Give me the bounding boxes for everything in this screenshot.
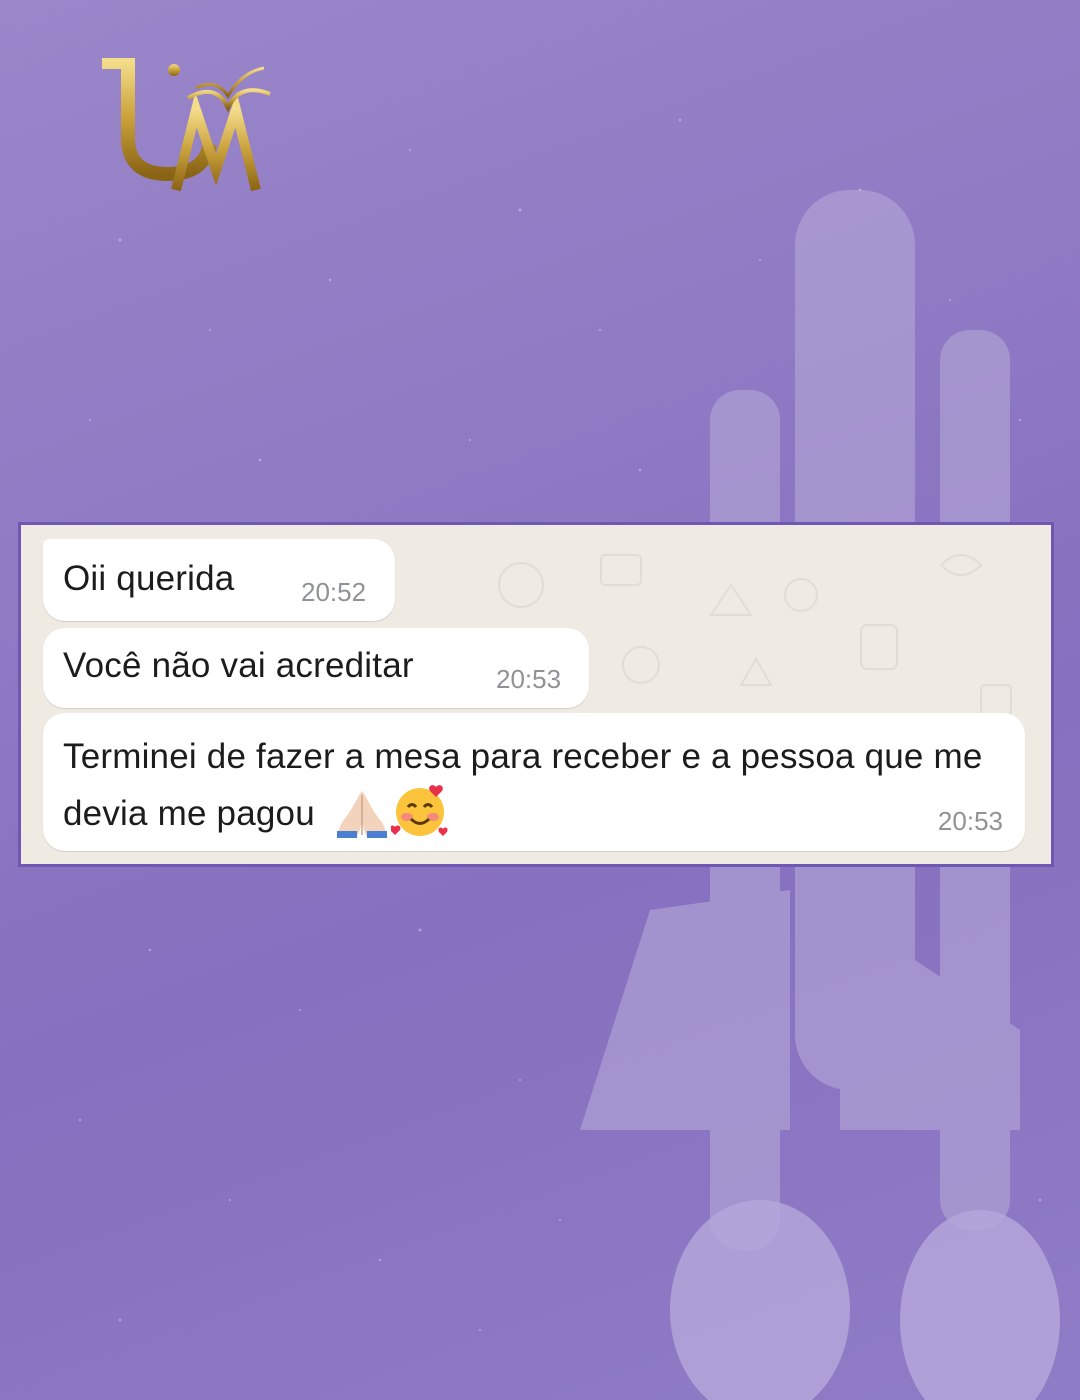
message-timestamp: 20:53 (496, 664, 562, 694)
message-text-block: Terminei de fazer a mesa para receber e … (63, 731, 1023, 840)
message-bubble[interactable]: Oii querida 20:52 (43, 539, 395, 621)
chat-screenshot: Oii querida 20:52 Você não vai acreditar… (18, 522, 1054, 867)
message-bubble[interactable]: Você não vai acreditar 20:53 (43, 628, 589, 708)
smiling-face-with-hearts-icon (390, 785, 448, 836)
message-text: Oii querida (63, 559, 235, 598)
brand-logo (102, 58, 271, 192)
folded-hands-icon (336, 791, 387, 838)
message-timestamp: 20:52 (301, 577, 367, 607)
message-text: Você não vai acreditar (63, 646, 414, 685)
message-text: Terminei de fazer a mesa para receber e … (63, 737, 983, 833)
message-bubble[interactable]: Terminei de fazer a mesa para receber e … (43, 713, 1025, 851)
message-timestamp: 20:53 (937, 806, 1003, 836)
